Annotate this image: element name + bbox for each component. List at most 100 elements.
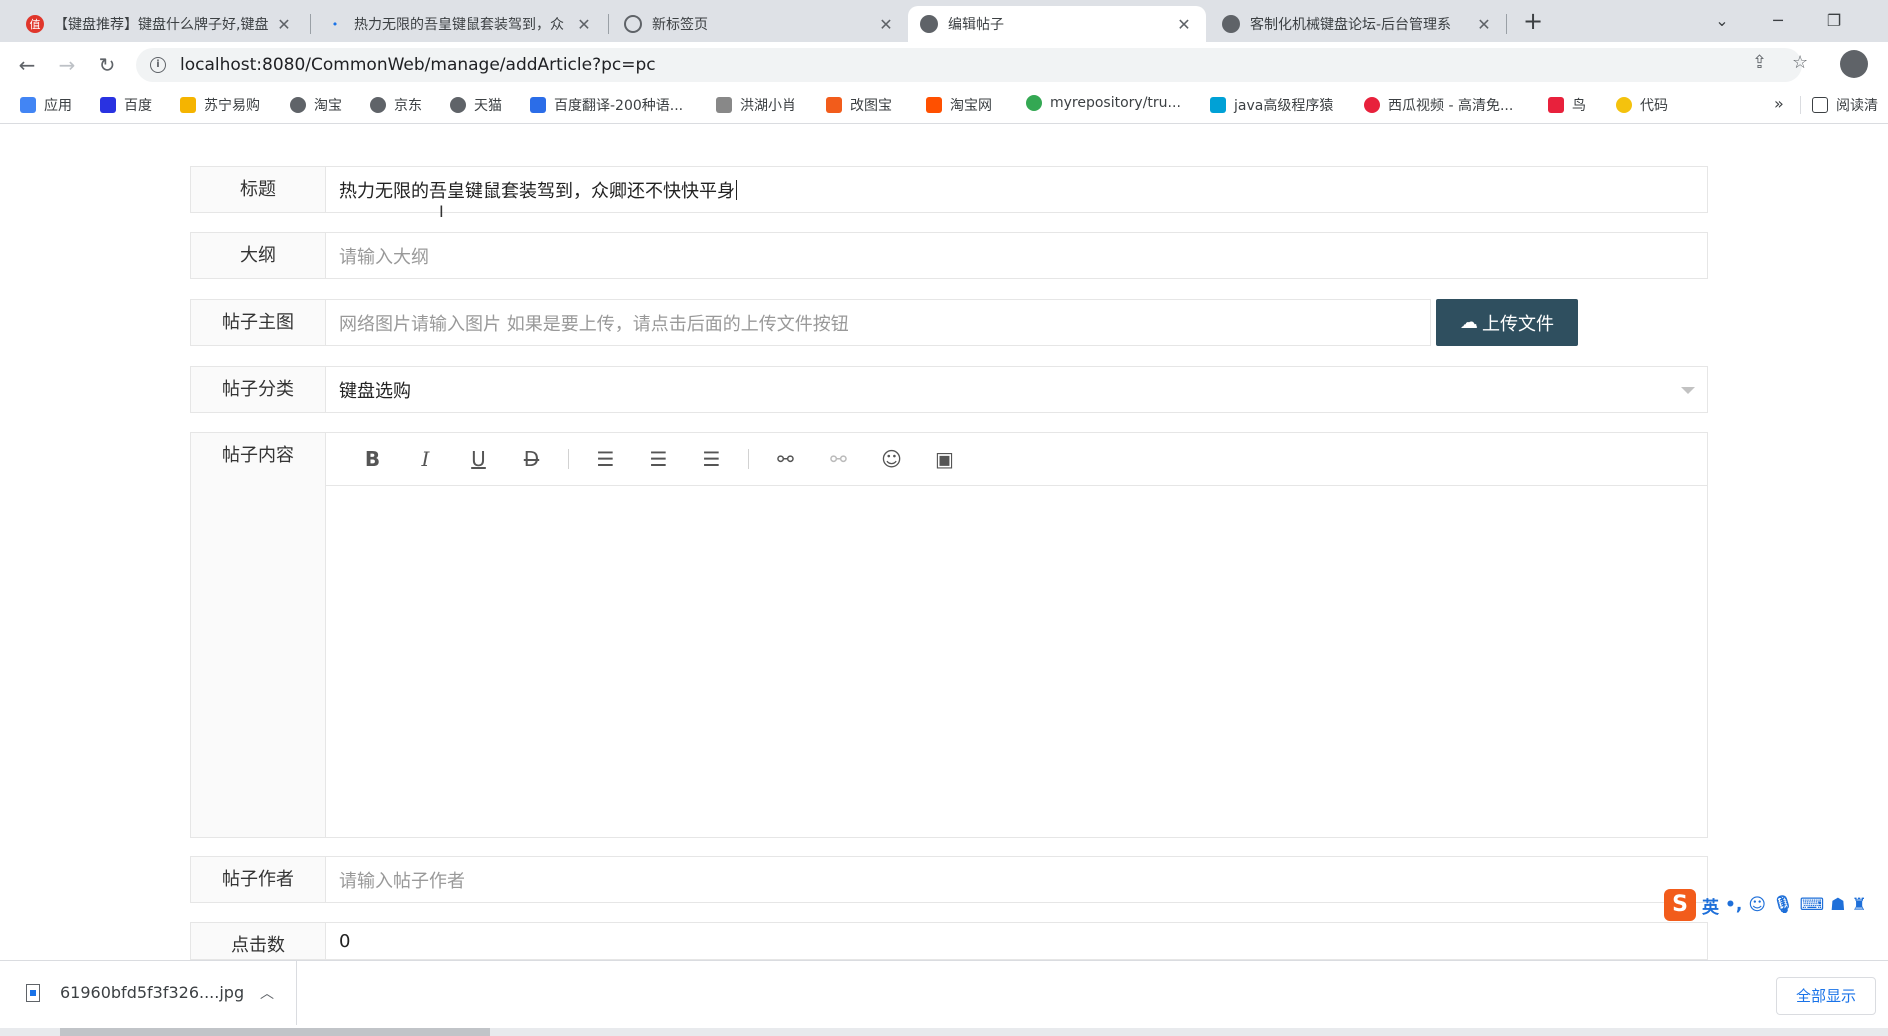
- chevron-up-icon[interactable]: ︿: [260, 983, 274, 1003]
- minimize-button[interactable]: ─: [1758, 4, 1798, 38]
- editor-content-area[interactable]: [326, 486, 1707, 837]
- tab-title: 新标签页: [652, 17, 708, 33]
- bookmarks-bar: 应用 百度 苏宁易购 淘宝 京东 天猫 百度翻译-200种语... 洪湖小肖 改…: [0, 86, 1888, 124]
- ime-mode[interactable]: 英: [1702, 893, 1719, 918]
- image-file-icon: [26, 983, 40, 1002]
- close-tab-icon[interactable]: ✕: [876, 15, 896, 34]
- bookmark-baidu-translate[interactable]: 百度翻译-200种语...: [530, 95, 683, 115]
- chrome-color-icon: [1026, 95, 1042, 111]
- ime-keyboard-icon[interactable]: ⌨: [1800, 895, 1825, 915]
- bookmark-gaitubao[interactable]: 改图宝: [826, 95, 892, 115]
- align-center-icon[interactable]: ☰: [632, 444, 685, 474]
- tab-title: 【键盘推荐】键盘什么牌子好,键盘: [54, 17, 268, 33]
- image-row: 帖子主图 网络图片请输入图片 如果是要上传，请点击后面的上传文件按钮: [190, 299, 1431, 346]
- emoji-icon[interactable]: ☺: [865, 444, 918, 474]
- apps-grid-icon: [20, 97, 36, 113]
- ime-user-icon[interactable]: ☗: [1830, 895, 1845, 915]
- bookmark-tmall[interactable]: 天猫: [450, 95, 502, 115]
- download-item[interactable]: 61960bfd5f3f326....jpg: [26, 983, 244, 1002]
- tab-new-tab[interactable]: 新标签页 ✕: [612, 6, 908, 42]
- author-input[interactable]: 请输入帖子作者: [326, 857, 1707, 902]
- tab-edit-post[interactable]: 编辑帖子 ✕: [908, 6, 1206, 42]
- close-tab-icon[interactable]: ✕: [274, 15, 294, 34]
- translate-icon: [530, 97, 546, 113]
- close-tab-icon[interactable]: ✕: [1474, 15, 1494, 34]
- upload-label: 上传文件: [1482, 313, 1554, 335]
- tab-article[interactable]: • 热力无限的吾皇键鼠套装驾到，众 ✕: [314, 6, 606, 42]
- ime-mic-icon[interactable]: 🎙: [1772, 895, 1794, 915]
- category-value: 键盘选购: [339, 380, 411, 402]
- bookmark-xigua[interactable]: 西瓜视频 - 高清免...: [1364, 95, 1513, 115]
- ime-skin-icon[interactable]: ♜: [1851, 895, 1866, 915]
- bookmark-star-icon[interactable]: ☆: [1792, 52, 1808, 73]
- restore-button[interactable]: ❐: [1814, 4, 1854, 38]
- italic-icon[interactable]: I: [399, 444, 452, 474]
- share-icon[interactable]: ⇪: [1752, 52, 1767, 73]
- bookmark-taobao[interactable]: 淘宝: [290, 95, 342, 115]
- title-input[interactable]: 热力无限的吾皇键鼠套装驾到，众卿还不快快平身: [326, 167, 1707, 212]
- image-url-input[interactable]: 网络图片请输入图片 如果是要上传，请点击后面的上传文件按钮: [326, 300, 1430, 345]
- download-filename: 61960bfd5f3f326....jpg: [60, 983, 245, 1002]
- tab-admin-system[interactable]: 客制化机械键盘论坛-后台管理系 ✕: [1210, 6, 1506, 42]
- forward-arrow-icon[interactable]: →: [52, 50, 82, 80]
- bookmark-honghu[interactable]: 洪湖小肖: [716, 95, 796, 115]
- bookmark-suning[interactable]: 苏宁易购: [180, 95, 260, 115]
- back-arrow-icon[interactable]: ←: [12, 50, 42, 80]
- address-bar[interactable]: i localhost:8080/CommonWeb/manage/addArt…: [136, 48, 1802, 82]
- scrollbar-thumb[interactable]: [60, 1028, 490, 1036]
- image-icon[interactable]: ▣: [918, 444, 971, 474]
- globe-icon: [920, 15, 938, 33]
- tab-title: 编辑帖子: [948, 17, 1004, 33]
- profile-avatar[interactable]: [1840, 50, 1868, 78]
- bookmark-java[interactable]: java高级程序猿: [1210, 95, 1333, 115]
- clicks-input[interactable]: 0: [326, 923, 1707, 959]
- dropdown-arrow-icon: [1681, 387, 1695, 394]
- content-label: 帖子内容: [191, 433, 326, 837]
- loading-favicon-icon: •: [331, 17, 339, 31]
- reload-icon[interactable]: ↻: [92, 50, 122, 80]
- close-tab-icon[interactable]: ✕: [574, 15, 594, 34]
- align-right-icon[interactable]: ☰: [685, 444, 738, 474]
- reading-list[interactable]: 阅读清: [1812, 95, 1878, 115]
- outline-label: 大纲: [191, 233, 326, 278]
- category-select[interactable]: 键盘选购: [326, 367, 1707, 412]
- url-text[interactable]: localhost:8080/CommonWeb/manage/addArtic…: [180, 55, 656, 75]
- clicks-label: 点击数: [191, 923, 326, 959]
- upload-file-button[interactable]: ☁ 上传文件: [1436, 299, 1578, 346]
- close-tab-icon[interactable]: ✕: [1174, 15, 1194, 34]
- ime-toolbar: S 英 •, ☺ 🎙 ⌨ ☗ ♜: [1664, 888, 1867, 922]
- align-left-icon[interactable]: ☰: [579, 444, 632, 474]
- bookmark-jd[interactable]: 京东: [370, 95, 422, 115]
- baidu-icon: [100, 97, 116, 113]
- title-row: 标题 热力无限的吾皇键鼠套装驾到，众卿还不快快平身: [190, 166, 1708, 213]
- link-icon[interactable]: ⚯: [759, 444, 812, 474]
- bookmark-code[interactable]: 代码: [1616, 95, 1668, 115]
- gaitubao-icon: [826, 97, 842, 113]
- sogou-logo-icon[interactable]: S: [1664, 889, 1696, 921]
- outline-input[interactable]: 请输入大纲: [326, 233, 1707, 278]
- bookmarks-more-button[interactable]: »: [1774, 94, 1784, 113]
- image-label: 帖子主图: [191, 300, 326, 345]
- ime-punct[interactable]: •,: [1725, 895, 1742, 915]
- title-label: 标题: [191, 167, 326, 212]
- bookmark-myrepository[interactable]: myrepository/tru...: [1026, 95, 1181, 111]
- new-tab-button[interactable]: +: [1518, 6, 1548, 36]
- smzdm-favicon-icon: 值: [26, 15, 44, 33]
- taobao-icon: [926, 97, 942, 113]
- underline-icon[interactable]: U: [452, 444, 505, 474]
- unlink-icon[interactable]: ⚯: [812, 444, 865, 474]
- show-all-button[interactable]: 全部显示: [1776, 977, 1876, 1015]
- title-value: 热力无限的吾皇键鼠套装驾到，众卿还不快快平身: [339, 180, 735, 202]
- tab-search-icon[interactable]: ⌄: [1702, 4, 1742, 38]
- cloud-upload-icon: ☁: [1460, 312, 1478, 333]
- bookmark-niao[interactable]: 鸟: [1548, 95, 1586, 115]
- bold-icon[interactable]: B: [346, 444, 399, 474]
- horizontal-scrollbar[interactable]: [0, 1028, 1888, 1036]
- ime-emoji-icon[interactable]: ☺: [1748, 895, 1766, 915]
- tab-keyboard-recommend[interactable]: 值 【键盘推荐】键盘什么牌子好,键盘 ✕: [14, 6, 306, 42]
- strikethrough-icon[interactable]: D: [505, 444, 558, 474]
- bookmark-apps[interactable]: 应用: [20, 95, 72, 115]
- bookmark-taobao-net[interactable]: 淘宝网: [926, 95, 992, 115]
- bookmark-baidu[interactable]: 百度: [100, 95, 152, 115]
- site-info-icon[interactable]: i: [150, 57, 166, 73]
